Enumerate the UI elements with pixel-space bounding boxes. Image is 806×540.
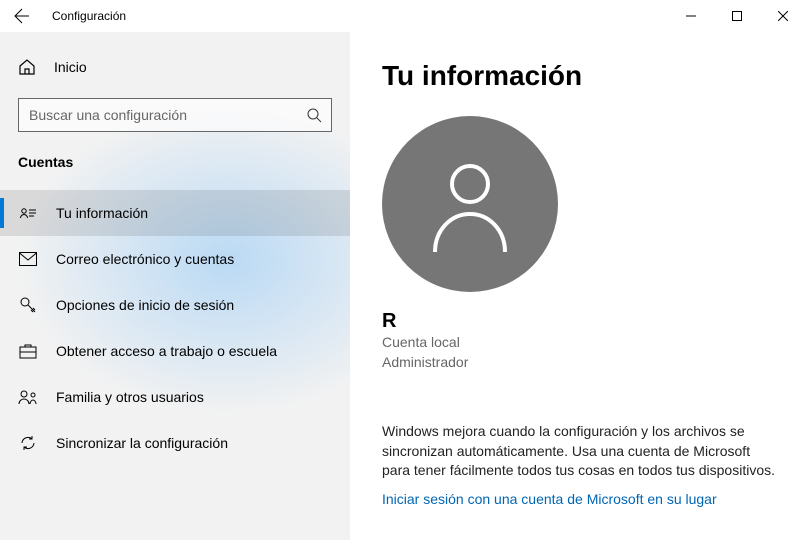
- content-area: Inicio Cuentas Tu información: [0, 32, 806, 540]
- nav-sync-settings[interactable]: Sincronizar la configuración: [0, 420, 350, 466]
- search-box[interactable]: [18, 98, 332, 132]
- account-type: Cuenta local: [382, 333, 776, 353]
- search-icon: [297, 107, 331, 123]
- briefcase-icon: [18, 343, 38, 359]
- nav-label: Correo electrónico y cuentas: [56, 251, 234, 267]
- account-role: Administrador: [382, 353, 776, 373]
- person-card-icon: [18, 205, 38, 221]
- nav-work-school[interactable]: Obtener acceso a trabajo o escuela: [0, 328, 350, 374]
- main-panel: Tu información R Cuenta local Administra…: [350, 32, 806, 540]
- minimize-icon: [686, 11, 696, 21]
- nav-label: Opciones de inicio de sesión: [56, 297, 234, 313]
- minimize-button[interactable]: [668, 0, 714, 32]
- titlebar: Configuración: [0, 0, 806, 32]
- nav-label: Obtener acceso a trabajo o escuela: [56, 343, 277, 359]
- settings-window: Configuración Inicio: [0, 0, 806, 540]
- person-icon: [425, 154, 515, 254]
- sync-description: Windows mejora cuando la configuración y…: [382, 422, 776, 481]
- avatar: [382, 116, 558, 292]
- window-title: Configuración: [52, 9, 126, 23]
- nav-list: Tu información Correo electrónico y cuen…: [0, 190, 350, 466]
- nav-label: Sincronizar la configuración: [56, 435, 228, 451]
- titlebar-left: Configuración: [10, 4, 126, 28]
- nav-signin-options[interactable]: Opciones de inicio de sesión: [0, 282, 350, 328]
- page-title: Tu información: [382, 60, 776, 92]
- sign-in-microsoft-link[interactable]: Iniciar sesión con una cuenta de Microso…: [382, 491, 717, 507]
- window-controls: [668, 0, 806, 32]
- people-icon: [18, 389, 38, 405]
- sidebar: Inicio Cuentas Tu información: [0, 32, 350, 540]
- maximize-icon: [732, 11, 742, 21]
- back-button[interactable]: [10, 4, 34, 28]
- nav-email-accounts[interactable]: Correo electrónico y cuentas: [0, 236, 350, 282]
- search-input[interactable]: [19, 107, 297, 123]
- home-label: Inicio: [54, 59, 87, 75]
- home-link[interactable]: Inicio: [0, 50, 350, 84]
- sync-icon: [18, 434, 38, 452]
- close-button[interactable]: [760, 0, 806, 32]
- key-icon: [18, 296, 38, 314]
- nav-your-info[interactable]: Tu información: [0, 190, 350, 236]
- nav-family-users[interactable]: Familia y otros usuarios: [0, 374, 350, 420]
- maximize-button[interactable]: [714, 0, 760, 32]
- mail-icon: [18, 252, 38, 266]
- nav-label: Familia y otros usuarios: [56, 389, 204, 405]
- arrow-left-icon: [14, 8, 30, 24]
- category-heading: Cuentas: [0, 154, 350, 170]
- search-container: [0, 98, 350, 132]
- close-icon: [778, 11, 788, 21]
- home-icon: [18, 58, 36, 76]
- nav-label: Tu información: [56, 205, 148, 221]
- username: R: [382, 310, 776, 333]
